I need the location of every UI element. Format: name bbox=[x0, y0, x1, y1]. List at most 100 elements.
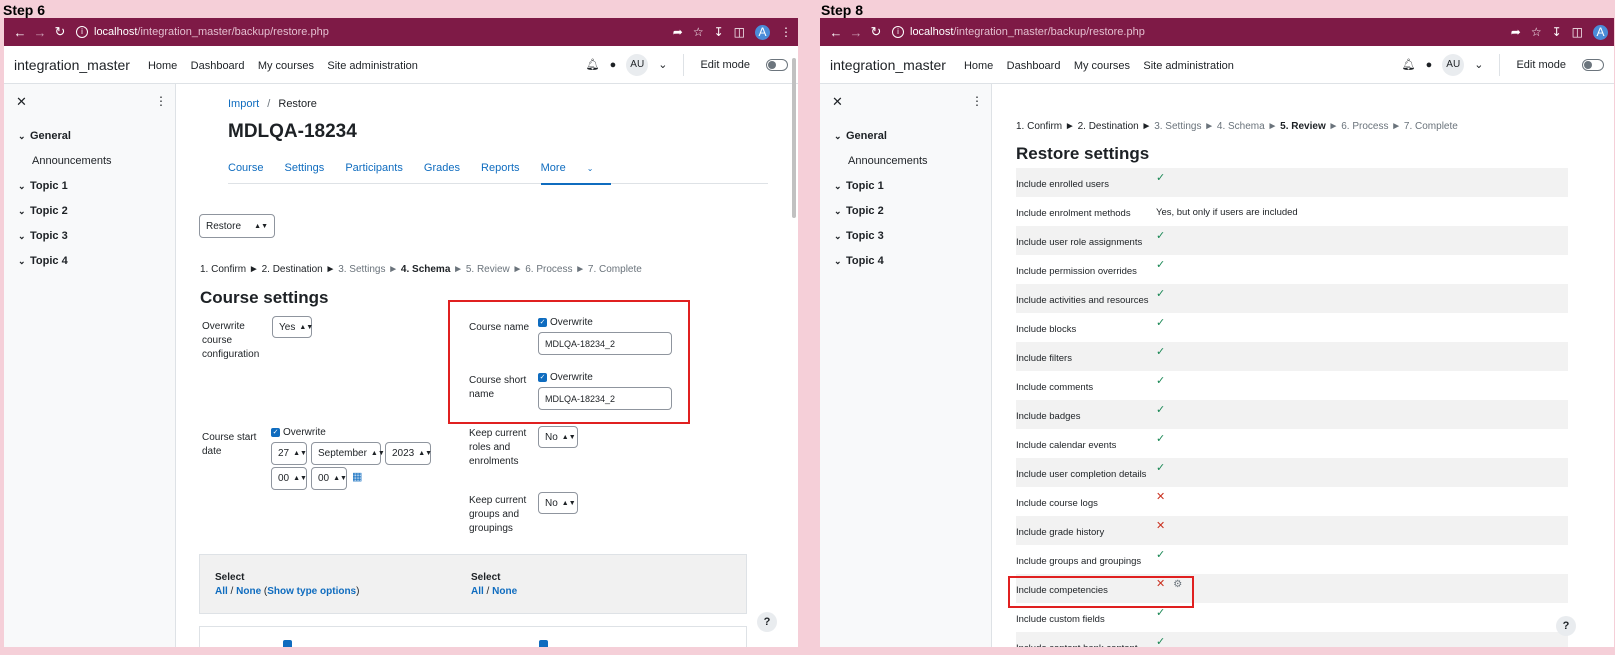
select-none-link[interactable]: None bbox=[236, 586, 261, 597]
select-all-link[interactable]: All bbox=[471, 586, 484, 597]
share-icon[interactable]: ➦ bbox=[673, 25, 683, 39]
close-icon[interactable]: ✕ bbox=[16, 94, 27, 110]
kebab-menu-icon[interactable]: ⋮ bbox=[971, 94, 983, 108]
drawer-section-general[interactable]: ⌄ General bbox=[820, 124, 991, 149]
nav-home[interactable]: Home bbox=[964, 60, 993, 72]
tab-grades[interactable]: Grades bbox=[424, 162, 460, 174]
course-short-name-input[interactable]: MDLQA-18234_2 bbox=[538, 387, 672, 410]
select-none-link[interactable]: None bbox=[492, 586, 517, 597]
profile-avatar[interactable]: A bbox=[755, 24, 770, 40]
reload-icon[interactable]: ↻ bbox=[866, 24, 886, 40]
help-button[interactable]: ? bbox=[757, 612, 777, 632]
edit-mode-toggle[interactable] bbox=[766, 58, 788, 71]
select-all-link[interactable]: All bbox=[215, 586, 228, 597]
start-hour-select[interactable]: 00 ▲▼ bbox=[271, 467, 307, 490]
drawer-section-topic-1[interactable]: ⌄ Topic 1 bbox=[820, 174, 991, 199]
site-brand[interactable]: integration_master bbox=[830, 57, 946, 73]
keep-roles-select[interactable]: No ▲▼ bbox=[538, 426, 578, 448]
site-info-icon[interactable]: i bbox=[892, 26, 904, 38]
course-name-overwrite[interactable]: ✓ Overwrite bbox=[538, 316, 593, 330]
sidepanel-icon[interactable]: ◫ bbox=[734, 25, 745, 39]
drawer-section-topic-3[interactable]: ⌄ Topic 3 bbox=[820, 224, 991, 249]
start-date-overwrite[interactable]: ✓ Overwrite bbox=[271, 426, 326, 440]
drawer-section-general[interactable]: ⌄ General bbox=[4, 124, 175, 149]
reload-icon[interactable]: ↻ bbox=[50, 24, 70, 40]
back-icon[interactable]: ← bbox=[10, 25, 30, 40]
sidepanel-icon[interactable]: ◫ bbox=[1572, 25, 1583, 39]
restore-select[interactable]: Restore ▲▼ bbox=[199, 214, 275, 238]
chevron-down-icon[interactable]: ⌄ bbox=[18, 224, 30, 249]
chevron-down-icon[interactable]: ⌄ bbox=[834, 249, 846, 274]
nav-my-courses[interactable]: My courses bbox=[258, 60, 314, 72]
drawer-section-topic-1[interactable]: ⌄ Topic 1 bbox=[4, 174, 175, 199]
edit-mode-toggle[interactable] bbox=[1582, 58, 1604, 71]
checkbox-checked[interactable]: ✓ bbox=[538, 317, 547, 327]
help-button[interactable]: ? bbox=[1556, 616, 1576, 636]
nav-site-administration[interactable]: Site administration bbox=[1143, 60, 1234, 72]
tab-reports[interactable]: Reports bbox=[481, 162, 520, 174]
chevron-down-icon[interactable]: ⌄ bbox=[658, 58, 667, 71]
nav-my-courses[interactable]: My courses bbox=[1074, 60, 1130, 72]
forward-icon[interactable]: → bbox=[30, 25, 50, 40]
drawer-section-topic-4[interactable]: ⌄ Topic 4 bbox=[4, 249, 175, 274]
drawer-item-announcements[interactable]: Announcements bbox=[820, 149, 991, 174]
tab-course[interactable]: Course bbox=[228, 162, 263, 174]
course-name-input[interactable]: MDLQA-18234_2 bbox=[538, 332, 672, 355]
close-icon[interactable]: ✕ bbox=[832, 94, 843, 110]
tab-settings[interactable]: Settings bbox=[285, 162, 325, 174]
chevron-down-icon[interactable]: ⌄ bbox=[18, 124, 30, 149]
address-bar[interactable]: i localhost/integration_master/backup/re… bbox=[76, 26, 673, 38]
back-icon[interactable]: ← bbox=[826, 25, 846, 40]
checkbox-checked[interactable] bbox=[539, 640, 548, 647]
chevron-down-icon[interactable]: ⌄ bbox=[834, 124, 846, 149]
checkbox-checked[interactable]: ✓ bbox=[271, 427, 280, 437]
nav-home[interactable]: Home bbox=[148, 60, 177, 72]
start-day-select[interactable]: 27 ▲▼ bbox=[271, 442, 307, 465]
menu-icon[interactable]: ⋮ bbox=[780, 25, 792, 39]
chevron-down-icon[interactable]: ⌄ bbox=[1474, 58, 1483, 71]
chevron-down-icon[interactable]: ⌄ bbox=[18, 199, 30, 224]
start-minute-select[interactable]: 00 ▲▼ bbox=[311, 467, 347, 490]
kebab-menu-icon[interactable]: ⋮ bbox=[155, 94, 167, 108]
address-bar[interactable]: i localhost/integration_master/backup/re… bbox=[892, 26, 1511, 38]
nav-dashboard[interactable]: Dashboard bbox=[191, 60, 245, 72]
chat-icon[interactable]: ● bbox=[1426, 59, 1433, 71]
start-month-select[interactable]: September ▲▼ bbox=[311, 442, 385, 465]
profile-avatar[interactable]: A bbox=[1593, 24, 1608, 40]
star-icon[interactable]: ☆ bbox=[693, 25, 704, 39]
calendar-icon[interactable]: ▦ bbox=[352, 470, 362, 483]
share-icon[interactable]: ➦ bbox=[1511, 25, 1521, 39]
drawer-section-topic-2[interactable]: ⌄ Topic 2 bbox=[4, 199, 175, 224]
course-short-name-overwrite[interactable]: ✓ Overwrite bbox=[538, 371, 593, 385]
overwrite-config-select[interactable]: Yes ▲▼ bbox=[272, 316, 313, 338]
star-icon[interactable]: ☆ bbox=[1531, 25, 1542, 39]
breadcrumb-import[interactable]: Import bbox=[228, 98, 259, 110]
site-info-icon[interactable]: i bbox=[76, 26, 88, 38]
chevron-down-icon[interactable]: ⌄ bbox=[18, 249, 30, 274]
site-brand[interactable]: integration_master bbox=[14, 57, 130, 73]
chevron-down-icon[interactable]: ⌄ bbox=[834, 174, 846, 199]
chevron-down-icon[interactable]: ⌄ bbox=[18, 174, 30, 199]
tab-more[interactable]: More ⌄ bbox=[540, 162, 612, 185]
checkbox-checked[interactable] bbox=[283, 640, 292, 647]
bell-icon[interactable]: 🔔︎ bbox=[586, 58, 600, 71]
chat-icon[interactable]: ● bbox=[610, 59, 617, 71]
download-icon[interactable]: ↧ bbox=[714, 25, 724, 39]
drawer-section-topic-4[interactable]: ⌄ Topic 4 bbox=[820, 249, 991, 274]
checkbox-checked[interactable]: ✓ bbox=[538, 372, 547, 382]
page-scrollbar[interactable] bbox=[792, 58, 796, 218]
chevron-down-icon[interactable]: ⌄ bbox=[834, 224, 846, 249]
show-type-options-link[interactable]: Show type options bbox=[267, 586, 356, 597]
drawer-item-announcements[interactable]: Announcements bbox=[4, 149, 175, 174]
keep-groups-select[interactable]: No ▲▼ bbox=[538, 492, 578, 514]
user-avatar[interactable]: AU bbox=[626, 53, 649, 76]
start-year-select[interactable]: 2023 ▲▼ bbox=[385, 442, 432, 465]
chevron-down-icon[interactable]: ⌄ bbox=[834, 199, 846, 224]
tab-participants[interactable]: Participants bbox=[345, 162, 402, 174]
bell-icon[interactable]: 🔔︎ bbox=[1402, 58, 1416, 71]
download-icon[interactable]: ↧ bbox=[1552, 25, 1562, 39]
nav-dashboard[interactable]: Dashboard bbox=[1007, 60, 1061, 72]
drawer-section-topic-3[interactable]: ⌄ Topic 3 bbox=[4, 224, 175, 249]
forward-icon[interactable]: → bbox=[846, 25, 866, 40]
drawer-section-topic-2[interactable]: ⌄ Topic 2 bbox=[820, 199, 991, 224]
